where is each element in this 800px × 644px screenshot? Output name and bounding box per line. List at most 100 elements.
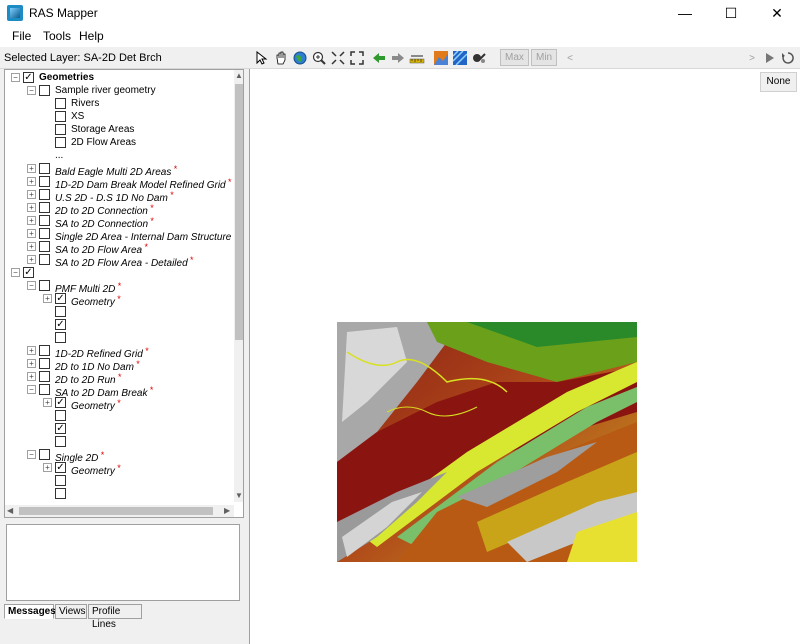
map-view[interactable]: None [249, 69, 800, 644]
scroll-left-icon[interactable]: < [562, 50, 578, 66]
layer-checkbox[interactable]: ✓ [55, 462, 66, 473]
tab-profile-lines[interactable]: Profile Lines [88, 604, 142, 630]
tree-row[interactable]: + ✓ Geometry * [5, 397, 233, 412]
layer-style-icon[interactable] [452, 50, 468, 66]
tree-row[interactable]: ... [5, 150, 233, 163]
tree-row[interactable]: + U.S 2D - D.S 1D No Dam * [5, 189, 233, 204]
tree-row[interactable] [5, 410, 233, 423]
tree-row[interactable]: Rivers [5, 98, 233, 111]
tree-row[interactable] [5, 332, 233, 345]
layer-checkbox[interactable] [39, 449, 50, 460]
layer-checkbox[interactable] [39, 176, 50, 187]
layer-checkbox[interactable] [55, 436, 66, 447]
pan-icon[interactable] [273, 50, 289, 66]
tree-row[interactable]: − ✓ [5, 267, 233, 280]
close-button[interactable]: ✕ [754, 0, 800, 26]
reset-icon[interactable] [780, 50, 796, 66]
layer-checkbox[interactable] [39, 228, 50, 239]
menu-file[interactable]: File [12, 29, 31, 43]
tree-row[interactable]: + SA to 2D Flow Area * [5, 241, 233, 256]
tree-row[interactable]: ✓ [5, 423, 233, 436]
tree-row[interactable]: Storage Areas [5, 124, 233, 137]
expand-icon[interactable]: + [43, 398, 52, 407]
layer-checkbox[interactable] [55, 98, 66, 109]
tree-row[interactable]: − SA to 2D Dam Break * [5, 384, 233, 399]
layer-checkbox[interactable] [55, 124, 66, 135]
collapse-icon[interactable]: − [27, 86, 36, 95]
layer-checkbox[interactable] [39, 384, 50, 395]
tree-row[interactable]: 2D Flow Areas [5, 137, 233, 150]
collapse-icon[interactable]: − [27, 385, 36, 394]
layer-checkbox[interactable] [39, 254, 50, 265]
collapse-icon[interactable]: − [11, 268, 20, 277]
scroll-right-icon[interactable]: > [744, 50, 760, 66]
menu-help[interactable]: Help [79, 29, 104, 43]
layer-checkbox[interactable]: ✓ [55, 319, 66, 330]
expand-icon[interactable]: + [27, 190, 36, 199]
tree-vertical-scroll-thumb[interactable] [235, 84, 243, 340]
max-button[interactable]: Max [500, 49, 529, 66]
tree-row[interactable]: +2D to 1D No Dam * [5, 358, 233, 373]
minimize-button[interactable]: — [662, 0, 708, 26]
layer-checkbox[interactable]: ✓ [55, 293, 66, 304]
layer-checkbox[interactable] [39, 371, 50, 382]
tree-row[interactable]: +2D to 2D Connection * [5, 202, 233, 217]
tree-horizontal-scroll-thumb[interactable] [19, 507, 213, 515]
expand-icon[interactable]: + [27, 203, 36, 212]
zoom-in-icon[interactable] [311, 50, 327, 66]
scroll-down-icon[interactable]: ▼ [235, 491, 243, 500]
expand-icon[interactable]: + [27, 242, 36, 251]
zoom-layer-icon[interactable] [349, 50, 365, 66]
layer-checkbox[interactable] [39, 345, 50, 356]
min-button[interactable]: Min [531, 49, 558, 66]
expand-icon[interactable]: + [27, 359, 36, 368]
layer-checkbox[interactable] [55, 137, 66, 148]
scroll-right-icon[interactable]: ▶ [224, 506, 230, 515]
layer-checkbox[interactable] [39, 280, 50, 291]
layer-checkbox[interactable] [39, 358, 50, 369]
tree-row[interactable] [5, 306, 233, 319]
menu-tools[interactable]: Tools [43, 29, 71, 43]
tree-row[interactable]: +1D-2D Dam Break Model Refined Grid * [5, 176, 233, 191]
expand-icon[interactable]: + [43, 463, 52, 472]
layer-checkbox[interactable]: ✓ [23, 267, 34, 278]
expand-icon[interactable]: + [27, 177, 36, 186]
tree-row[interactable] [5, 488, 233, 501]
expand-icon[interactable]: + [27, 164, 36, 173]
zoom-full-extent-icon[interactable] [330, 50, 346, 66]
terrain-icon[interactable] [433, 50, 449, 66]
layer-checkbox[interactable] [39, 85, 50, 96]
layer-checkbox[interactable] [55, 306, 66, 317]
globe-icon[interactable] [292, 50, 308, 66]
tree-row[interactable]: +1D-2D Refined Grid * [5, 345, 233, 360]
layer-checkbox[interactable]: ✓ [55, 423, 66, 434]
collapse-icon[interactable]: − [27, 281, 36, 290]
tree-row[interactable]: − PMF Multi 2D * [5, 280, 233, 295]
expand-icon[interactable]: + [43, 294, 52, 303]
collapse-icon[interactable]: − [11, 73, 20, 82]
tree-row[interactable]: XS [5, 111, 233, 124]
forward-arrow-icon[interactable] [390, 50, 406, 66]
tab-messages[interactable]: Messages [4, 604, 56, 619]
measure-icon[interactable] [409, 50, 425, 66]
layer-checkbox[interactable] [39, 163, 50, 174]
expand-icon[interactable]: + [27, 346, 36, 355]
tree-row[interactable]: − Sample river geometry [5, 85, 233, 98]
messages-panel[interactable] [6, 524, 240, 601]
layer-checkbox[interactable]: ✓ [55, 397, 66, 408]
maximize-button[interactable]: ☐ [708, 0, 754, 26]
tree-row[interactable]: − Single 2D * [5, 449, 233, 464]
pointer-icon[interactable] [254, 50, 270, 66]
layer-checkbox[interactable] [55, 410, 66, 421]
tree-row[interactable] [5, 436, 233, 449]
expand-icon[interactable]: + [27, 372, 36, 381]
tree-row[interactable] [5, 475, 233, 488]
layer-checkbox[interactable] [39, 241, 50, 252]
tree-horizontal-scrollbar[interactable]: ◀ ▶ [5, 505, 234, 517]
back-arrow-icon[interactable] [371, 50, 387, 66]
expand-icon[interactable]: + [27, 229, 36, 238]
expand-icon[interactable]: + [27, 216, 36, 225]
layer-checkbox[interactable] [55, 111, 66, 122]
collapse-icon[interactable]: − [27, 450, 36, 459]
tree-row[interactable]: + Single 2D Area - Internal Dam Structure… [5, 228, 237, 243]
